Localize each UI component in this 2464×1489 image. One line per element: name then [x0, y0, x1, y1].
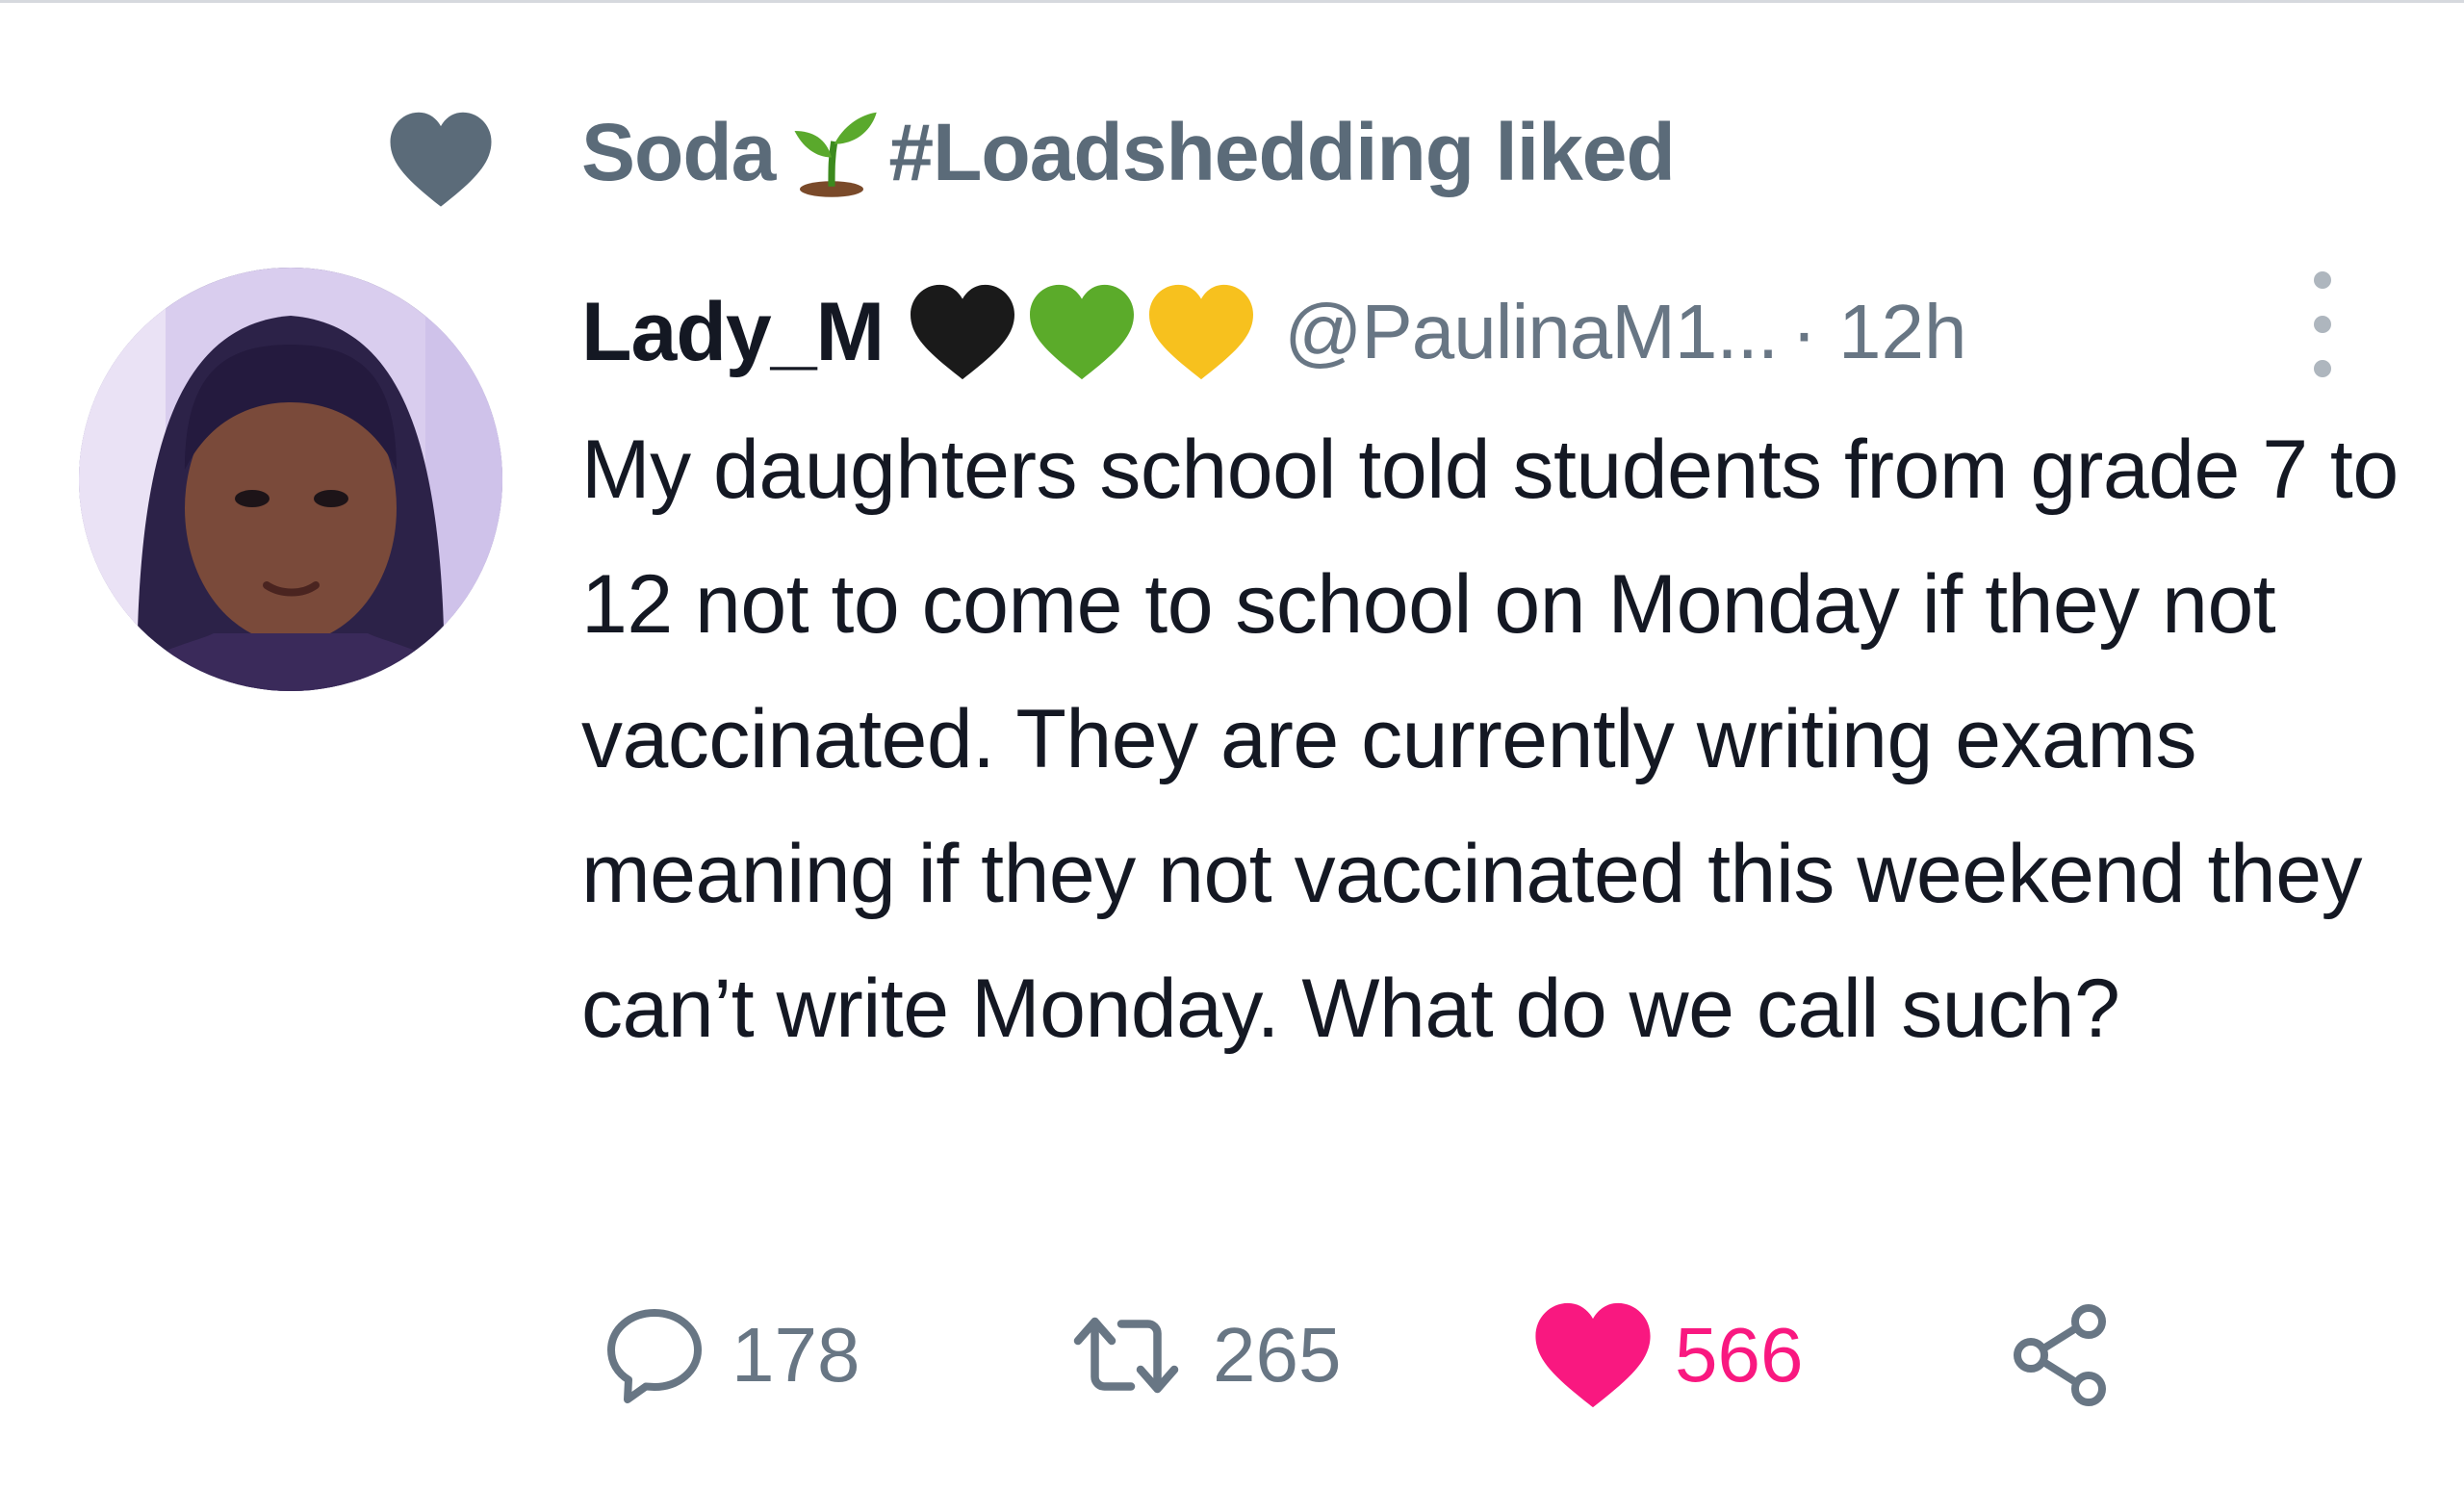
liked-label: #Loadshedding liked [888, 106, 1675, 197]
like-count: 566 [1675, 1312, 1804, 1398]
retweet-count: 265 [1213, 1312, 1342, 1398]
timestamp[interactable]: · 12h [1791, 288, 1966, 376]
top-divider [0, 0, 2464, 3]
reply-button[interactable]: 178 [597, 1297, 860, 1413]
tweet-header: Lady_M @PaulinaM1... · 12h [581, 279, 1966, 385]
seedling-icon [794, 112, 878, 197]
yellow-heart-icon [1149, 284, 1254, 380]
liker-name[interactable]: Soda [581, 106, 776, 199]
user-handle[interactable]: @PaulinaM1... [1284, 288, 1779, 376]
share-icon [2014, 1304, 2106, 1407]
heart-icon [390, 112, 492, 207]
black-heart-icon [911, 284, 1015, 380]
reply-count: 178 [732, 1312, 860, 1398]
retweet-button[interactable]: 265 [1059, 1297, 1341, 1413]
tweet-actions: 178 265 566 [597, 1297, 2426, 1413]
share-button[interactable] [2002, 1297, 2118, 1413]
social-context[interactable]: Soda #Loadshedding liked [581, 104, 1676, 200]
heart-filled-icon [1535, 1302, 1651, 1408]
retweet-icon [1073, 1317, 1179, 1394]
name-emoji [905, 280, 1259, 384]
more-options-button[interactable] [2289, 262, 2356, 387]
avatar[interactable] [79, 268, 502, 691]
more-dot [2314, 360, 2331, 377]
green-heart-icon [1030, 284, 1135, 380]
avatar-portrait [79, 268, 502, 691]
more-dot [2314, 316, 2331, 333]
tweet-text: My daughters school told students from g… [581, 424, 2399, 1055]
display-name[interactable]: Lady_M [581, 285, 885, 380]
more-dot [2314, 271, 2331, 289]
reply-icon [607, 1309, 702, 1403]
like-button[interactable]: 566 [1530, 1297, 1803, 1413]
